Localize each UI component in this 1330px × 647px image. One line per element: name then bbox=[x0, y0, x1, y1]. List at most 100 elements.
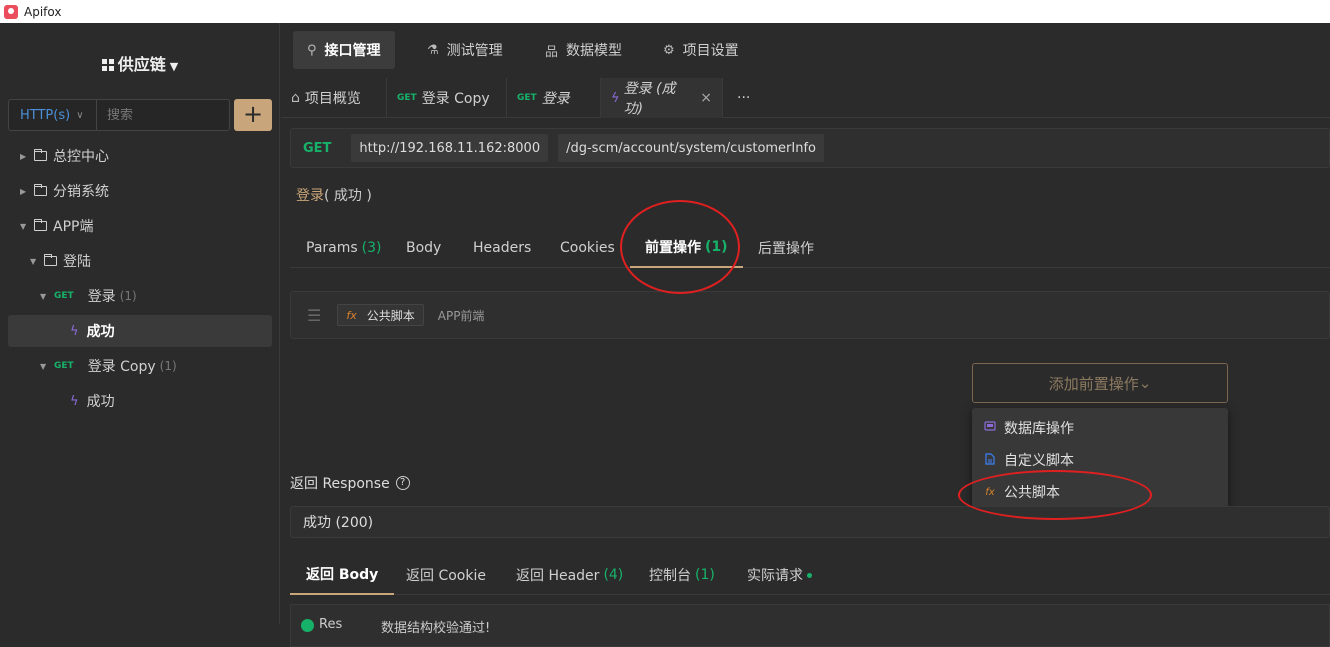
fx-icon: fx bbox=[985, 486, 995, 498]
pre-operation-dropdown: 数据库操作 自定义脚本 fx 公共脚本 bbox=[972, 408, 1228, 510]
tab-login[interactable]: GET 登录 bbox=[507, 78, 601, 118]
tab-label: 返回 Body bbox=[306, 567, 379, 583]
tab-label: Params bbox=[306, 240, 358, 256]
tab-login-success[interactable]: ϟ 登录 (成功) × bbox=[601, 78, 723, 118]
tree-label: 登录 bbox=[87, 289, 116, 305]
main-panel: ⚲ 接口管理 ⚗ 测试管理 品数据模型 ⚙ 项目设置 ⌂ 项目概览 GET 登录 Copy… bbox=[281, 23, 1330, 647]
tab-response-body[interactable]: 返回 Body bbox=[290, 555, 395, 595]
expand-arrow-icon: ▶ bbox=[20, 151, 27, 161]
tree-folder-denglu[interactable]: ▼ 登陆 bbox=[30, 245, 91, 277]
title-bar: Apifox bbox=[0, 0, 1330, 23]
nav-label: 项目设置 bbox=[682, 43, 739, 59]
add-button[interactable]: + bbox=[234, 99, 272, 131]
tab-label: 实际请求 bbox=[747, 568, 803, 584]
public-script-chip[interactable]: fx 公共脚本 bbox=[337, 304, 424, 326]
more-tabs-button[interactable]: ··· bbox=[727, 78, 760, 118]
collapse-arrow-icon: ▼ bbox=[20, 221, 27, 231]
tab-label: Cookies bbox=[560, 240, 615, 256]
tree-api-login[interactable]: ▼ GET 登录 (1) bbox=[40, 280, 137, 312]
tab-label: Headers bbox=[473, 240, 532, 256]
collapse-arrow-icon: ▼ bbox=[30, 256, 37, 266]
tree-label: APP端 bbox=[53, 219, 94, 235]
tab-label: 登录 Copy bbox=[421, 91, 490, 107]
tree-label: 成功 bbox=[86, 394, 115, 410]
drag-handle-icon[interactable]: ☰ bbox=[307, 306, 321, 325]
menu-label: 数据库操作 bbox=[1004, 421, 1074, 437]
tab-body[interactable]: Body bbox=[406, 228, 441, 268]
response-title: 返回 Response? bbox=[290, 473, 410, 493]
tab-params[interactable]: Params (3) bbox=[306, 228, 382, 268]
response-tabs: 返回 Body 返回 Cookie 返回 Header (4) 控制台 (1) 实际… bbox=[290, 555, 1330, 595]
url-bar: GET http://192.168.11.162:8000 /dg-scm/a… bbox=[290, 128, 1330, 168]
request-method[interactable]: GET bbox=[303, 141, 331, 156]
pre-operation-row: ☰ fx 公共脚本 APP前端 bbox=[290, 291, 1330, 339]
apifox-logo-icon bbox=[4, 4, 18, 19]
project-selector[interactable]: 供应链 ▼ bbox=[0, 51, 280, 75]
tab-label: 登录 (成功) bbox=[623, 81, 676, 117]
nav-label: 接口管理 bbox=[324, 43, 381, 59]
nav-data-model[interactable]: 品数据模型 bbox=[531, 31, 636, 69]
response-title-text: 返回 Response bbox=[290, 476, 390, 492]
search-input[interactable] bbox=[97, 107, 217, 123]
tab-bar: ⌂ 项目概览 GET 登录 Copy GET 登录 ϟ 登录 (成功) × ··· bbox=[281, 78, 1330, 118]
validation-row: Res 数据结构校验通过! bbox=[290, 604, 1330, 647]
gear-icon: ⚙ bbox=[663, 42, 675, 58]
protocol-select[interactable]: HTTP(s) ∨ bbox=[9, 100, 97, 130]
response-selector[interactable]: 成功 (200) bbox=[290, 506, 1330, 538]
fx-icon: fx bbox=[346, 308, 357, 322]
app-title: Apifox bbox=[24, 4, 62, 19]
request-path[interactable]: /dg-scm/account/system/customerInfo bbox=[558, 134, 825, 162]
tab-post-operations[interactable]: 后置操作 bbox=[758, 228, 814, 268]
tree-folder-app[interactable]: ▼ APP端 bbox=[20, 210, 93, 242]
case-count: (1) bbox=[119, 289, 137, 303]
folder-icon bbox=[34, 149, 47, 161]
tab-response-header[interactable]: 返回 Header (4) bbox=[516, 555, 623, 595]
tab-response-cookie[interactable]: 返回 Cookie bbox=[406, 555, 486, 595]
tab-label: 返回 Header bbox=[516, 568, 600, 584]
menu-item-database[interactable]: 数据库操作 bbox=[984, 412, 1074, 444]
tab-count: (1) bbox=[695, 567, 715, 583]
tab-login-copy[interactable]: GET 登录 Copy bbox=[387, 78, 507, 118]
api-title: 登录( 成功 ) bbox=[296, 185, 372, 205]
api-name: 登录 bbox=[296, 188, 324, 204]
menu-item-custom-script[interactable]: 自定义脚本 bbox=[984, 444, 1074, 476]
close-icon[interactable]: × bbox=[700, 90, 712, 106]
nav-project-settings[interactable]: ⚙ 项目设置 bbox=[649, 31, 753, 69]
tab-label: 前置操作 bbox=[645, 240, 701, 256]
tab-cookies[interactable]: Cookies bbox=[560, 228, 615, 268]
help-icon[interactable]: ? bbox=[395, 476, 410, 490]
tab-label: 后置操作 bbox=[758, 241, 814, 257]
model-icon: 品 bbox=[545, 44, 559, 60]
tab-actual-request[interactable]: 实际请求 bbox=[747, 555, 812, 595]
search-bar: HTTP(s) ∨ bbox=[8, 99, 230, 131]
menu-item-public-script[interactable]: fx 公共脚本 bbox=[984, 476, 1060, 508]
file-icon bbox=[984, 452, 996, 468]
nav-api-management[interactable]: ⚲ 接口管理 bbox=[293, 31, 395, 69]
menu-label: 公共脚本 bbox=[1004, 485, 1060, 501]
tab-headers[interactable]: Headers bbox=[473, 228, 531, 268]
method-badge: GET bbox=[397, 93, 417, 103]
link-icon: ⚲ bbox=[307, 42, 317, 58]
nav-test-management[interactable]: ⚗ 测试管理 bbox=[413, 31, 517, 69]
add-pre-operation-button[interactable]: 添加前置操作 ⌄ bbox=[972, 363, 1228, 403]
grid-icon bbox=[101, 59, 114, 71]
chevron-down-icon: ∨ bbox=[76, 109, 84, 121]
protocol-label: HTTP(s) bbox=[20, 107, 71, 123]
tab-pre-operations[interactable]: 前置操作 (1) bbox=[630, 228, 743, 268]
tab-project-overview[interactable]: ⌂ 项目概览 bbox=[281, 78, 387, 118]
menu-label: 自定义脚本 bbox=[1004, 453, 1074, 469]
tab-console[interactable]: 控制台 (1) bbox=[649, 555, 715, 595]
folder-icon bbox=[34, 184, 47, 196]
tree-case-success-selected[interactable]: ϟ 成功 bbox=[8, 315, 272, 347]
validation-message: 数据结构校验通过! bbox=[381, 621, 491, 636]
case-name: ( 成功 ) bbox=[324, 188, 372, 204]
tab-label: 登录 bbox=[541, 91, 570, 107]
tree-folder-fenxiao[interactable]: ▶ 分销系统 bbox=[20, 175, 109, 207]
tree-api-login-copy[interactable]: ▼ GET 登录 Copy (1) bbox=[40, 350, 177, 382]
nav-label: 数据模型 bbox=[566, 43, 623, 59]
request-host[interactable]: http://192.168.11.162:8000 bbox=[351, 134, 549, 162]
tab-count: (3) bbox=[361, 240, 382, 256]
validation-label: Res bbox=[319, 617, 343, 632]
tree-case-success[interactable]: ϟ 成功 bbox=[70, 385, 115, 417]
tree-folder-zongkong[interactable]: ▶ 总控中心 bbox=[20, 140, 109, 172]
